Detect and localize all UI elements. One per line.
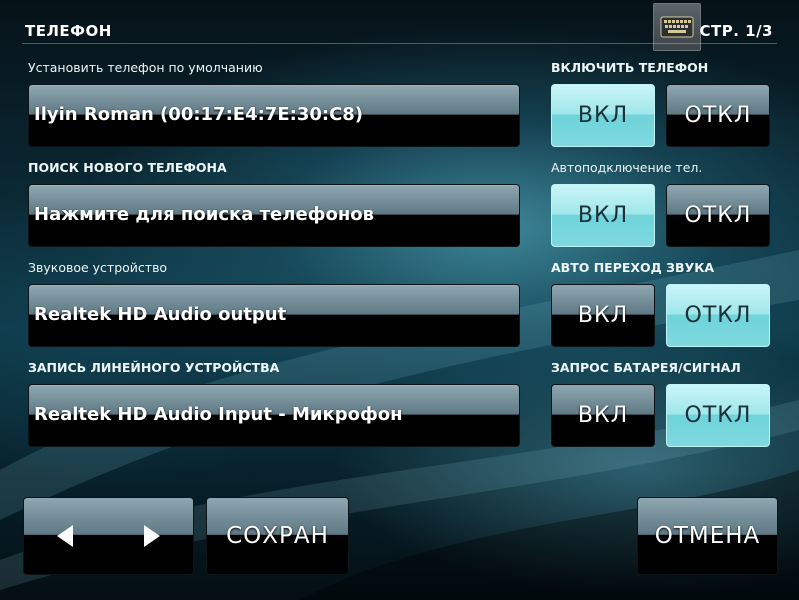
enable-phone-off-button[interactable]: ОТКЛ xyxy=(666,84,770,147)
battery-signal-off-button[interactable]: ОТКЛ xyxy=(666,384,770,447)
arrow-left-icon[interactable] xyxy=(56,524,74,548)
battery-signal-on-button[interactable]: ВКЛ xyxy=(551,384,655,447)
enable-phone-label: ВКЛЮЧИТЬ ТЕЛЕФОН xyxy=(551,60,709,75)
audio-device-field[interactable]: Realtek HD Audio output xyxy=(28,284,520,347)
arrow-right-icon[interactable] xyxy=(143,524,161,548)
search-phone-button[interactable]: Нажмите для поиска телефонов xyxy=(28,184,520,247)
line-in-label: ЗАПИСЬ ЛИНЕЙНОГО УСТРОЙСТВА xyxy=(28,360,280,375)
default-phone-label: Установить телефон по умолчанию xyxy=(28,60,263,75)
page-nav-button[interactable] xyxy=(23,497,194,575)
autoconnect-on-button[interactable]: ВКЛ xyxy=(551,184,655,247)
line-in-field[interactable]: Realtek HD Audio Input - Микрофон xyxy=(28,384,520,447)
auto-audio-off-button[interactable]: ОТКЛ xyxy=(666,284,770,347)
auto-audio-label: АВТО ПЕРЕХОД ЗВУКА xyxy=(551,260,715,275)
enable-phone-on-button[interactable]: ВКЛ xyxy=(551,84,655,147)
autoconnect-label: Автоподключение тел. xyxy=(551,160,703,175)
save-button[interactable]: СОХРАН xyxy=(206,497,349,575)
default-phone-field[interactable]: Ilyin Roman (00:17:E4:7E:30:C8) xyxy=(28,84,520,147)
keyboard-icon xyxy=(660,16,694,38)
search-phone-label: ПОИСК НОВОГО ТЕЛЕФОНА xyxy=(28,160,227,175)
autoconnect-off-button[interactable]: ОТКЛ xyxy=(666,184,770,247)
auto-audio-on-button[interactable]: ВКЛ xyxy=(551,284,655,347)
battery-signal-label: ЗАПРОС БАТАРЕЯ/СИГНАЛ xyxy=(551,360,741,375)
page-indicator: СТР. 1/3 xyxy=(699,22,773,40)
header-divider xyxy=(22,43,777,44)
cancel-button[interactable]: ОТМЕНА xyxy=(637,497,778,575)
page-title: ТЕЛЕФОН xyxy=(25,22,112,40)
audio-device-label: Звуковое устройство xyxy=(28,260,168,275)
